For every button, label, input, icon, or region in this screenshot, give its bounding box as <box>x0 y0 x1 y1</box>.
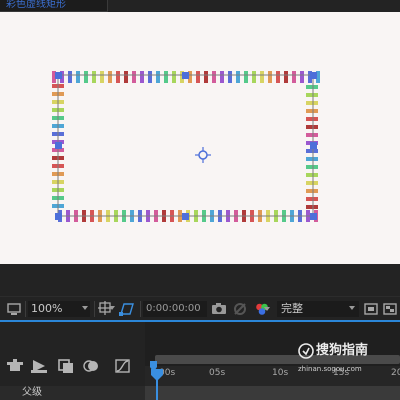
dash-segment <box>300 71 304 83</box>
dash-segment <box>306 157 318 161</box>
dash-segment <box>306 189 318 193</box>
dash-segment <box>292 71 296 83</box>
viewer-toolbar: 100% 0:00:00:00 完整 <box>0 296 400 320</box>
layer-duration-bar[interactable] <box>145 386 400 400</box>
dash-segment <box>236 71 240 83</box>
dash-segment <box>306 101 318 105</box>
chevron-down-icon <box>82 306 88 310</box>
path-vertex-handle[interactable] <box>55 213 62 220</box>
dash-segment <box>172 71 176 83</box>
composition-tab[interactable]: 彩色虚线矩形 <box>0 0 108 12</box>
dash-segment <box>306 181 318 185</box>
region-of-interest-icon[interactable] <box>364 301 378 317</box>
resolution-value: 完整 <box>281 302 303 315</box>
dash-segment <box>306 133 318 137</box>
watermark-text: 搜狗指南 <box>316 343 369 358</box>
current-time-field[interactable]: 0:00:00:00 <box>143 301 207 317</box>
motion-blur-icon[interactable] <box>82 358 100 374</box>
composition-viewer <box>0 12 400 296</box>
dash-segment <box>228 71 232 83</box>
anchor-point-icon[interactable] <box>195 147 211 163</box>
ruler-label: 20s <box>391 368 400 378</box>
sogou-logo-icon <box>298 343 314 359</box>
show-snapshot-icon[interactable] <box>232 301 248 317</box>
dash-segment <box>92 71 96 83</box>
graph-editor-icon[interactable] <box>114 358 132 374</box>
dash-segment <box>276 71 280 83</box>
dash-segment <box>306 117 318 121</box>
layer-path-outline <box>57 74 314 217</box>
dash-segment <box>244 71 248 83</box>
dash-segment <box>284 71 288 83</box>
dash-segment <box>84 71 88 83</box>
dash-segment <box>260 71 264 83</box>
chevron-down-icon[interactable] <box>264 307 270 311</box>
path-vertex-handle[interactable] <box>55 142 62 149</box>
path-vertex-handle[interactable] <box>310 72 317 79</box>
dash-segment <box>116 71 120 83</box>
dashed-rectangle-layer[interactable] <box>0 12 400 264</box>
dash-segment <box>100 71 104 83</box>
dash-segment <box>212 71 216 83</box>
timeline-panel: 00s 05s 10s 15s 20s 父级 <box>0 320 400 400</box>
dash-segment <box>306 85 318 89</box>
dash-segment <box>306 93 318 97</box>
top-bar: 彩色虚线矩形 <box>0 0 400 12</box>
dash-segment <box>204 71 208 83</box>
ruler-label: 10s <box>272 368 289 378</box>
chevron-down-icon <box>349 306 355 310</box>
dash-segment <box>140 71 144 83</box>
draft-3d-icon[interactable] <box>57 358 75 374</box>
zoom-value: 100% <box>31 302 63 315</box>
camera-snapshot-icon[interactable] <box>211 301 227 317</box>
chevron-down-icon[interactable] <box>109 306 115 310</box>
path-vertex-handle[interactable] <box>182 213 189 220</box>
dash-segment <box>306 149 318 153</box>
path-vertex-handle[interactable] <box>310 142 317 149</box>
timecode-value: 0:00:00:00 <box>146 303 201 314</box>
resolution-dropdown[interactable]: 完整 <box>277 301 359 317</box>
dash-segment <box>252 71 256 83</box>
dash-segment <box>148 71 152 83</box>
dash-segment <box>124 71 128 83</box>
dash-segment <box>306 173 318 177</box>
always-preview-icon[interactable] <box>6 301 22 317</box>
path-vertex-handle[interactable] <box>310 213 317 220</box>
path-vertices[interactable] <box>55 72 317 220</box>
dash-segment <box>164 71 168 83</box>
comp-marker-icon[interactable] <box>30 358 48 374</box>
zoom-dropdown[interactable]: 100% <box>28 301 90 317</box>
dash-segment <box>268 71 272 83</box>
path-vertex-handle[interactable] <box>55 72 62 79</box>
dash-segment <box>132 71 136 83</box>
dash-segment <box>306 205 318 209</box>
path-vertex-handle[interactable] <box>182 72 189 79</box>
watermark-url: zhinan.sogou.com <box>298 365 362 373</box>
search-layers-icon[interactable] <box>6 358 24 374</box>
dash-segment <box>68 71 72 83</box>
dash-segment <box>156 71 160 83</box>
transparency-grid-icon[interactable] <box>383 301 397 317</box>
dash-segment <box>76 71 80 83</box>
dash-segment <box>306 125 318 129</box>
dash-segment <box>196 71 200 83</box>
composition-canvas[interactable] <box>0 12 400 264</box>
dash-segment <box>220 71 224 83</box>
dash-segment <box>108 71 112 83</box>
rainbow-dash-stroke <box>52 71 320 222</box>
ruler-label: 05s <box>209 368 226 378</box>
dash-segment <box>306 165 318 169</box>
parent-column-header: 父级 <box>22 387 42 398</box>
mask-path-visibility-icon[interactable] <box>118 301 136 317</box>
dash-segment <box>306 109 318 113</box>
current-time-indicator[interactable] <box>156 380 158 400</box>
dash-segment <box>306 197 318 201</box>
